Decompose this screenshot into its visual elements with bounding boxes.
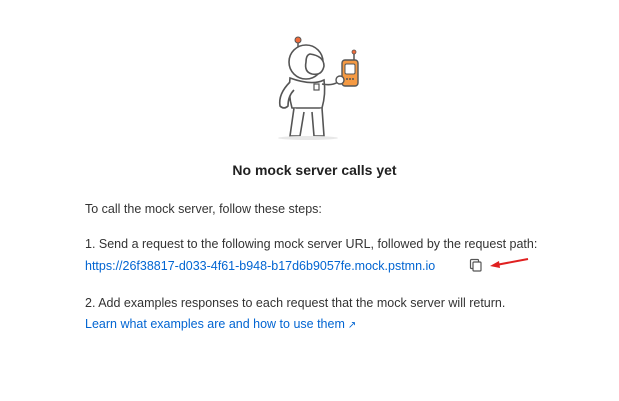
copy-icon[interactable] — [467, 257, 483, 273]
external-link-icon: ↗ — [347, 320, 357, 331]
empty-state-title: No mock server calls yet — [232, 162, 397, 178]
step-1-text: 1. Send a request to the following mock … — [85, 237, 538, 251]
learn-examples-link[interactable]: Learn what examples are and how to use t… — [85, 317, 356, 331]
astronaut-illustration — [278, 36, 359, 140]
step-2-text: 2. Add examples responses to each reques… — [85, 296, 506, 310]
intro-text: To call the mock server, follow these st… — [85, 202, 322, 216]
learn-examples-link-label: Learn what examples are and how to use t… — [85, 317, 345, 331]
red-arrow-annotation — [490, 258, 529, 268]
mock-server-url-link[interactable]: https://26f38817-d033-4f61-b948-b17d6b90… — [85, 259, 435, 273]
